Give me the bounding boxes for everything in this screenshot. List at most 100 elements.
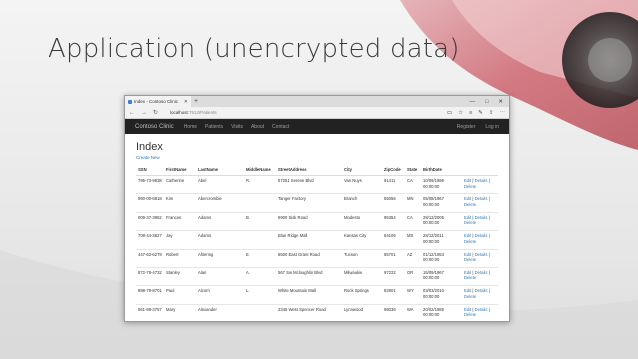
- cell-city: Branch: [342, 193, 382, 213]
- details-link[interactable]: Details: [475, 196, 488, 201]
- create-new-link[interactable]: Create New: [136, 155, 498, 160]
- nav-home[interactable]: Home: [184, 124, 197, 130]
- cell-birthdate: 28/12/2011 00:00:00: [421, 230, 462, 250]
- cell-zip: 91411: [382, 174, 405, 194]
- cell-state: CA: [405, 174, 421, 194]
- notes-icon[interactable]: ✎: [478, 110, 483, 116]
- cell-birthdate: 05/08/1967 00:00:00: [421, 193, 462, 213]
- cell-city: Milwaukie: [342, 266, 382, 286]
- url-field[interactable]: localhost:7512/Patients: [170, 110, 441, 115]
- delete-link[interactable]: Delete: [464, 220, 476, 225]
- url-path: :7512/Patients: [187, 110, 217, 115]
- page-favicon-icon: [128, 99, 132, 104]
- details-link[interactable]: Details: [475, 178, 488, 183]
- cell-ssn: 990-00-6818: [136, 193, 164, 213]
- details-link[interactable]: Details: [475, 307, 488, 312]
- details-link[interactable]: Details: [475, 233, 488, 238]
- details-link[interactable]: Details: [475, 252, 488, 257]
- action-separator: |: [487, 214, 490, 220]
- table-header-row: SSN FirstName LastName MiddleName StreetAddr…: [136, 165, 498, 176]
- nav-contact[interactable]: Contact: [272, 124, 289, 130]
- tab-title: Index - Contoso Clinic: [134, 99, 179, 104]
- details-link[interactable]: Details: [475, 215, 488, 220]
- cell-middlename: L.: [244, 285, 276, 305]
- nav-visits[interactable]: Visits: [231, 124, 243, 130]
- nav-about[interactable]: About: [251, 124, 264, 130]
- details-link[interactable]: Details: [475, 288, 488, 293]
- cell-lastname: Abel: [196, 174, 244, 194]
- action-separator: |: [487, 269, 490, 275]
- delete-link[interactable]: Delete: [464, 184, 476, 189]
- column-header: ZipCode: [382, 165, 405, 176]
- delete-link[interactable]: Delete: [464, 275, 476, 280]
- page-heading: Index: [136, 141, 163, 153]
- cell-lastname: Ahlering: [196, 248, 244, 268]
- maximize-button[interactable]: □: [485, 99, 488, 105]
- tab-close-icon[interactable]: ✕: [184, 99, 188, 105]
- column-header: LastName: [196, 165, 244, 176]
- hub-icon[interactable]: ≡: [469, 110, 472, 116]
- nav-patients[interactable]: Patients: [205, 124, 223, 130]
- delete-link[interactable]: Delete: [464, 257, 476, 262]
- favorites-star-icon[interactable]: ☆: [458, 110, 463, 116]
- column-header: FirstName: [164, 165, 196, 176]
- cell-firstname: Kim: [164, 193, 196, 213]
- cell-state: CA: [405, 211, 421, 231]
- table-row: 009-37-3952 Frances Adams B. 6900 Sisk Road M…: [136, 211, 498, 231]
- cell-firstname: Stanley: [164, 266, 196, 286]
- close-window-button[interactable]: ✕: [498, 99, 503, 105]
- cell-birthdate: 01/12/1953 00:00:00: [421, 248, 462, 268]
- column-header: City: [342, 165, 382, 176]
- patients-table: SSN FirstName LastName MiddleName StreetAddr…: [136, 165, 498, 321]
- more-icon[interactable]: ⋯: [500, 110, 506, 116]
- column-header: MiddleName: [244, 165, 276, 176]
- cell-city: Tucson: [342, 248, 382, 268]
- cell-firstname: Paul: [164, 285, 196, 305]
- cell-ssn: 795-73-9838: [136, 174, 164, 194]
- browser-tab[interactable]: Index - Contoso Clinic ✕: [125, 96, 191, 107]
- cell-city: Modesto: [342, 211, 382, 231]
- row-actions: Edit | Details | Delete: [462, 174, 498, 194]
- cell-city: Kansas City: [342, 230, 382, 250]
- nav-right: Register Log in: [457, 124, 499, 130]
- cell-street: Blue Ridge Mall: [276, 230, 342, 250]
- refresh-icon[interactable]: ↻: [153, 109, 158, 116]
- delete-link[interactable]: Delete: [464, 294, 476, 299]
- forward-arrow-icon[interactable]: →: [141, 110, 147, 116]
- cell-ssn: 561-88-3757: [136, 303, 164, 321]
- cell-lastname: Adams: [196, 211, 244, 231]
- reading-view-icon[interactable]: ▭: [447, 110, 452, 116]
- delete-link[interactable]: Delete: [464, 202, 476, 207]
- delete-link[interactable]: Delete: [464, 312, 476, 317]
- nav-login[interactable]: Log in: [485, 124, 499, 130]
- delete-link[interactable]: Delete: [464, 239, 476, 244]
- cell-ssn: 898-79-8701: [136, 285, 164, 305]
- site-brand[interactable]: Contoso Clinic: [135, 124, 174, 130]
- action-separator: |: [487, 196, 490, 202]
- browser-toolbar: ▭ ☆ ≡ ✎ ⇪ ⋯: [447, 110, 505, 116]
- table-row: 708-44-3627 Jay Adams Blue Ridge Mall Kansas…: [136, 230, 498, 250]
- cell-street: Tanger Factory: [276, 193, 342, 213]
- table-row: 561-88-3757 Mary Alexander 2345 West Spence…: [136, 303, 498, 321]
- details-link[interactable]: Details: [475, 270, 488, 275]
- cell-state: AZ: [405, 248, 421, 268]
- cell-birthdate: 10/09/1996 00:00:00: [421, 174, 462, 194]
- cell-middlename: B.: [244, 211, 276, 231]
- cell-firstname: Frances: [164, 211, 196, 231]
- minimize-button[interactable]: —: [470, 99, 476, 105]
- new-tab-button[interactable]: +: [194, 98, 198, 105]
- browser-window: Index - Contoso Clinic ✕ + — □ ✕ ← → ↻ l…: [124, 95, 510, 322]
- column-header: [462, 165, 498, 176]
- nav-register[interactable]: Register: [457, 124, 476, 130]
- row-actions: Edit | Details | Delete: [462, 211, 498, 231]
- row-actions: Edit | Details | Delete: [462, 285, 498, 305]
- column-header: BirthDate: [421, 165, 462, 176]
- back-arrow-icon[interactable]: ←: [129, 110, 135, 116]
- page-content: Index Create New SSN FirstName LastName Mid…: [125, 134, 509, 321]
- tab-bar: Index - Contoso Clinic ✕ + — □ ✕: [125, 96, 509, 107]
- row-actions: Edit | Details | Delete: [462, 266, 498, 286]
- share-icon[interactable]: ⇪: [489, 110, 494, 116]
- cell-middlename: A.: [244, 266, 276, 286]
- row-actions: Edit | Details | Delete: [462, 248, 498, 268]
- cell-street: 6900 Sisk Road: [276, 211, 342, 231]
